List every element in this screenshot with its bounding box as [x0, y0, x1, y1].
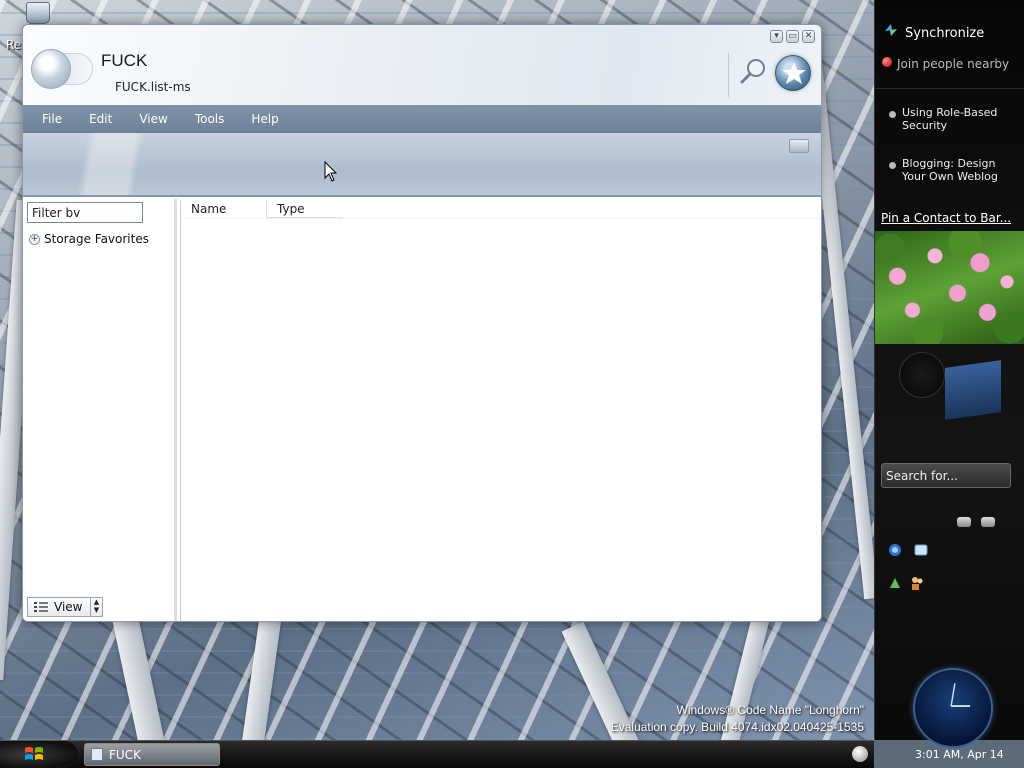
- taskbar-window-button[interactable]: FUCK: [84, 743, 220, 766]
- menu-tools[interactable]: Tools: [184, 112, 236, 126]
- close-button[interactable]: ✕: [802, 30, 815, 43]
- taskbar-window-label: FUCK: [109, 747, 141, 762]
- document-icon: [91, 748, 103, 761]
- watermark-line-2: Evaluation copy. Build 4074.idx02.040425…: [610, 720, 864, 734]
- news-tile: Using Role-Based Security Blogging: Desi…: [875, 88, 1024, 188]
- news-bullet-icon: [889, 111, 896, 118]
- news-item-2-line2: Your Own Weblog: [902, 170, 998, 183]
- column-header-row: Name Type: [181, 201, 821, 219]
- nav-orb-icon[interactable]: [31, 49, 71, 89]
- menu-bar: File Edit View Tools Help: [23, 105, 821, 133]
- filter-input[interactable]: [27, 202, 143, 223]
- windows-flag-icon: [25, 747, 43, 760]
- menu-help[interactable]: Help: [240, 112, 289, 126]
- column-header-type[interactable]: Type: [267, 201, 342, 218]
- network-icon[interactable]: [887, 575, 903, 591]
- view-selector-label: View: [54, 600, 83, 614]
- build-watermark: Windows® Code Name "Longhorn" Evaluation…: [611, 702, 864, 736]
- clock-icon[interactable]: [913, 668, 993, 748]
- sidebar-search-input[interactable]: [881, 463, 1011, 488]
- contact-card-icon[interactable]: [945, 360, 1001, 420]
- recycle-bin-icon[interactable]: [26, 2, 50, 24]
- star-glyph: [782, 62, 806, 84]
- contacts-tile[interactable]: [875, 344, 1024, 424]
- watermark-line-1: Windows® Code Name "Longhorn": [676, 703, 864, 717]
- news-item-2-line1: Blogging: Design: [902, 157, 996, 170]
- star-icon[interactable]: [775, 55, 811, 91]
- maximize-button[interactable]: ▭: [786, 30, 799, 43]
- list-view-icon: [34, 602, 48, 612]
- news-item-1[interactable]: Using Role-Based Security: [902, 106, 1012, 132]
- tree-item-label: Storage Favorites: [44, 232, 149, 246]
- expand-plus-icon[interactable]: +: [29, 233, 40, 245]
- command-band-button[interactable]: [789, 139, 809, 153]
- menu-file[interactable]: File: [31, 112, 73, 126]
- chat-bubble-icon[interactable]: [981, 517, 995, 527]
- clock-hands: [950, 683, 971, 708]
- file-list-view[interactable]: Name Type: [180, 201, 821, 621]
- search-magnifier-icon[interactable]: [739, 57, 767, 85]
- navigation-pane: + Storage Favorites View ▲▼: [23, 199, 177, 621]
- tray-orb-icon[interactable]: [852, 746, 868, 762]
- chat-bubble-icon[interactable]: [957, 517, 971, 527]
- news-item-2[interactable]: Blogging: Design Your Own Weblog: [902, 157, 1012, 183]
- view-selector[interactable]: View ▲ ▼: [27, 597, 103, 617]
- join-status-icon: [882, 57, 892, 67]
- join-people-link[interactable]: Join people nearby: [897, 57, 1009, 71]
- menu-view[interactable]: View: [128, 112, 178, 126]
- view-spinner-icon[interactable]: ▲ ▼: [90, 598, 102, 616]
- contact-orb-icon[interactable]: [899, 352, 945, 398]
- command-band: [23, 133, 821, 197]
- taskbar: FUCK: [0, 740, 874, 768]
- menu-edit[interactable]: Edit: [78, 112, 123, 126]
- column-header-name[interactable]: Name: [181, 201, 267, 218]
- mouse-cursor-icon: [324, 161, 338, 182]
- tree-item-storage-favorites[interactable]: + Storage Favorites: [29, 232, 149, 246]
- window-body: + Storage Favorites View ▲▼ Name Type: [23, 199, 821, 621]
- title-bar[interactable]: FUCK FUCK.list-ms ▾ ▭ ✕: [23, 25, 821, 105]
- news-item-1-line1: Using Role-Based: [902, 106, 998, 119]
- sync-label[interactable]: Synchronize: [905, 26, 984, 41]
- sidebar: Synchronize Join people nearby Using Rol…: [874, 0, 1024, 761]
- caption-buttons: ▾ ▭ ✕: [770, 30, 815, 43]
- clock-label: 3:01 AM, Apr 14: [915, 748, 1004, 761]
- window-title: FUCK: [101, 51, 148, 70]
- explorer-window: FUCK FUCK.list-ms ▾ ▭ ✕ File Edit View T…: [22, 24, 822, 622]
- pin-contact-link[interactable]: Pin a Contact to Bar...: [881, 211, 1011, 225]
- slideshow-photo[interactable]: [875, 231, 1024, 344]
- title-separator: [728, 53, 729, 97]
- ie-icon[interactable]: [887, 542, 903, 558]
- minimize-button[interactable]: ▾: [770, 30, 783, 43]
- mail-icon[interactable]: [913, 542, 929, 558]
- news-item-1-line2: Security: [902, 119, 948, 132]
- users-icon[interactable]: [909, 575, 925, 591]
- start-button[interactable]: [0, 741, 78, 768]
- sync-icon[interactable]: [883, 22, 899, 38]
- window-subtitle: FUCK.list-ms: [115, 80, 191, 94]
- news-bullet-icon: [889, 162, 896, 169]
